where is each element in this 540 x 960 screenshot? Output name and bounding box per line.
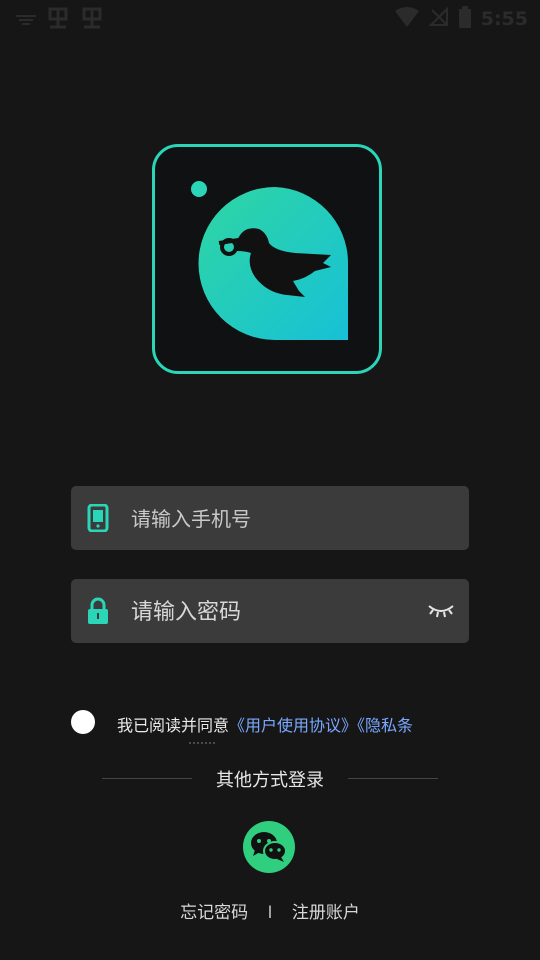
- bird-logo-icon: [191, 181, 348, 340]
- eye-closed-icon[interactable]: [427, 601, 455, 621]
- phone-icon: [87, 504, 109, 532]
- bottom-links: 忘记密码 I 注册账户: [0, 898, 540, 923]
- overflow-indicator: [189, 742, 215, 748]
- app-icon: [46, 6, 70, 36]
- status-left: [16, 6, 104, 36]
- forgot-password-link[interactable]: 忘记密码: [180, 898, 248, 923]
- phone-field[interactable]: [71, 486, 469, 552]
- phone-input[interactable]: [129, 486, 433, 552]
- wechat-icon: [251, 832, 287, 862]
- agreement-prefix: 我已阅读并同意: [117, 716, 230, 734]
- password-field[interactable]: [71, 579, 469, 645]
- agreement-row: 我已阅读并同意《用户使用协议》《隐私条: [71, 708, 471, 744]
- other-login-label: 其他方式登录: [216, 770, 324, 791]
- app-logo: [152, 144, 382, 374]
- status-bar: 5:55: [0, 0, 540, 36]
- link-separator: I: [267, 903, 273, 923]
- wifi-icon: [394, 7, 419, 31]
- privacy-policy-link[interactable]: 《隐私条: [357, 716, 413, 734]
- user-agreement-link[interactable]: 《用户使用协议》: [229, 716, 357, 734]
- notification-icon: [16, 9, 36, 34]
- wechat-login-button[interactable]: [243, 821, 295, 873]
- status-right: 5:55: [394, 6, 528, 32]
- no-signal-icon: [428, 6, 449, 31]
- password-input[interactable]: [129, 579, 433, 645]
- status-time: 5:55: [480, 8, 528, 30]
- agreement-text: 我已阅读并同意《用户使用协议》《隐私条: [117, 712, 477, 734]
- other-login-divider: 其他方式登录: [102, 766, 438, 791]
- divider-line: [348, 778, 438, 779]
- register-link[interactable]: 注册账户: [292, 898, 360, 923]
- agreement-radio[interactable]: [71, 710, 95, 734]
- battery-icon: [458, 6, 471, 32]
- lock-icon: [88, 597, 108, 624]
- app-icon: [80, 6, 104, 36]
